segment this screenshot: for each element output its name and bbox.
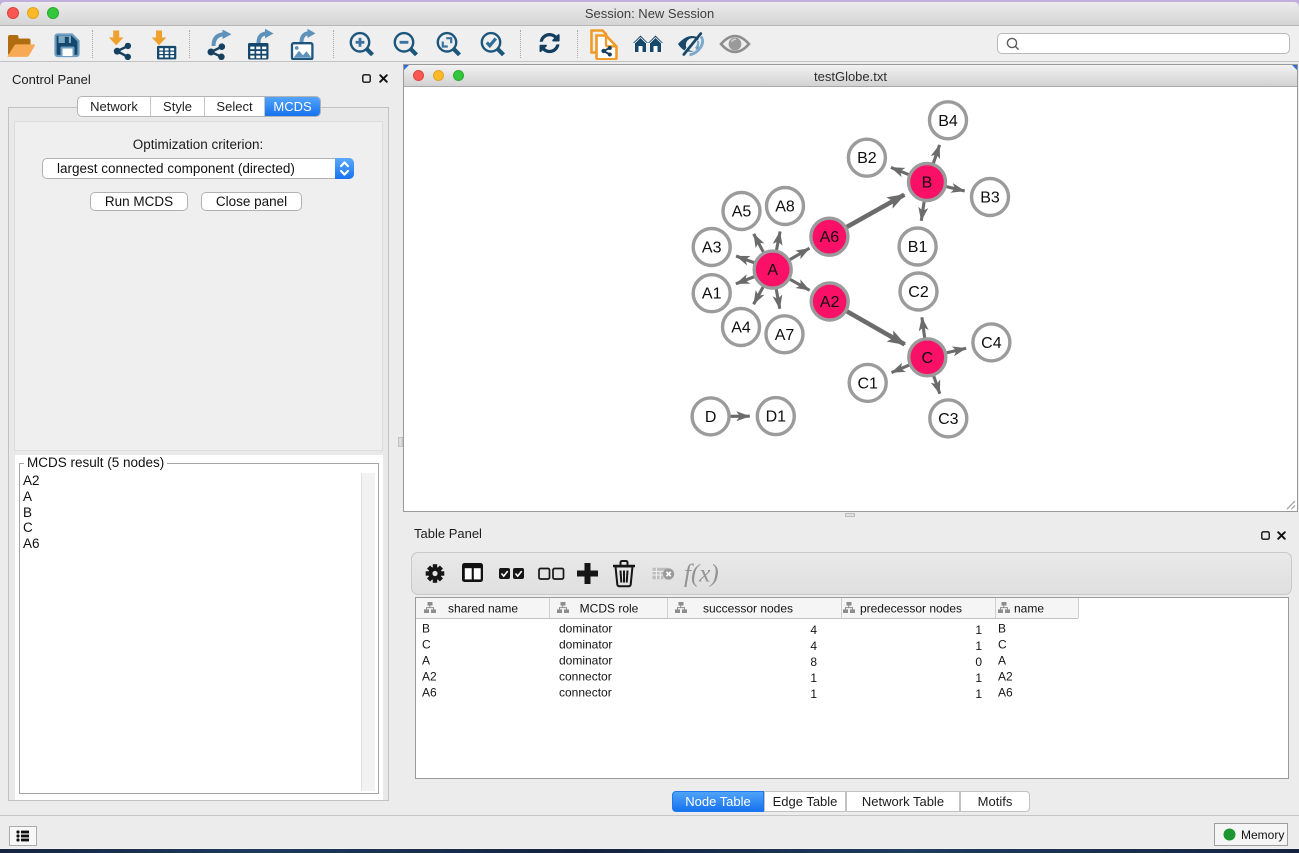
svg-text:successor nodes: successor nodes [703, 602, 793, 616]
svg-text:B1: B1 [908, 239, 928, 256]
svg-text:1: 1 [810, 687, 817, 701]
svg-text:C2: C2 [908, 284, 929, 301]
svg-text:B: B [998, 622, 1006, 636]
svg-text:4: 4 [810, 623, 817, 637]
svg-text:f(x): f(x) [684, 561, 719, 588]
svg-text:B2: B2 [857, 150, 877, 167]
svg-text:connector: connector [559, 686, 612, 700]
svg-text:dominator: dominator [559, 622, 612, 636]
svg-text:A6: A6 [820, 229, 840, 246]
svg-text:A3: A3 [702, 240, 722, 257]
svg-text:A8: A8 [775, 199, 795, 216]
svg-text:1: 1 [975, 671, 982, 685]
svg-text:dominator: dominator [559, 638, 612, 652]
svg-text:A6: A6 [422, 686, 437, 700]
svg-text:A6: A6 [998, 686, 1013, 700]
svg-text:A7: A7 [775, 327, 795, 344]
svg-text:B: B [422, 622, 430, 636]
svg-text:B4: B4 [938, 113, 958, 130]
svg-text:C: C [998, 638, 1007, 652]
svg-text:A: A [767, 262, 778, 279]
svg-text:MCDS role: MCDS role [580, 602, 639, 616]
svg-text:A2: A2 [998, 670, 1013, 684]
svg-text:A4: A4 [731, 320, 751, 337]
svg-text:0: 0 [975, 655, 982, 669]
svg-text:A2: A2 [422, 670, 437, 684]
svg-text:1: 1 [975, 623, 982, 637]
svg-text:A5: A5 [732, 204, 752, 221]
svg-text:D: D [705, 409, 717, 426]
svg-text:1: 1 [975, 639, 982, 653]
svg-text:C4: C4 [981, 335, 1002, 352]
svg-text:B: B [922, 175, 933, 192]
svg-text:A: A [998, 654, 1006, 668]
svg-text:B3: B3 [980, 190, 1000, 207]
svg-text:A1: A1 [702, 286, 722, 303]
svg-text:D1: D1 [766, 409, 787, 426]
svg-text:8: 8 [810, 655, 817, 669]
svg-text:1: 1 [810, 671, 817, 685]
svg-text:A2: A2 [820, 294, 840, 311]
svg-text:4: 4 [810, 639, 817, 653]
svg-text:dominator: dominator [559, 654, 612, 668]
svg-text:C: C [422, 638, 431, 652]
svg-text:A: A [422, 654, 430, 668]
svg-text:predecessor nodes: predecessor nodes [860, 602, 962, 616]
svg-text:shared name: shared name [448, 602, 518, 616]
svg-text:C: C [922, 350, 934, 367]
svg-text:C3: C3 [938, 411, 959, 428]
svg-text:1: 1 [975, 687, 982, 701]
svg-text:name: name [1014, 602, 1044, 616]
svg-text:C1: C1 [857, 375, 878, 392]
svg-text:connector: connector [559, 670, 612, 684]
